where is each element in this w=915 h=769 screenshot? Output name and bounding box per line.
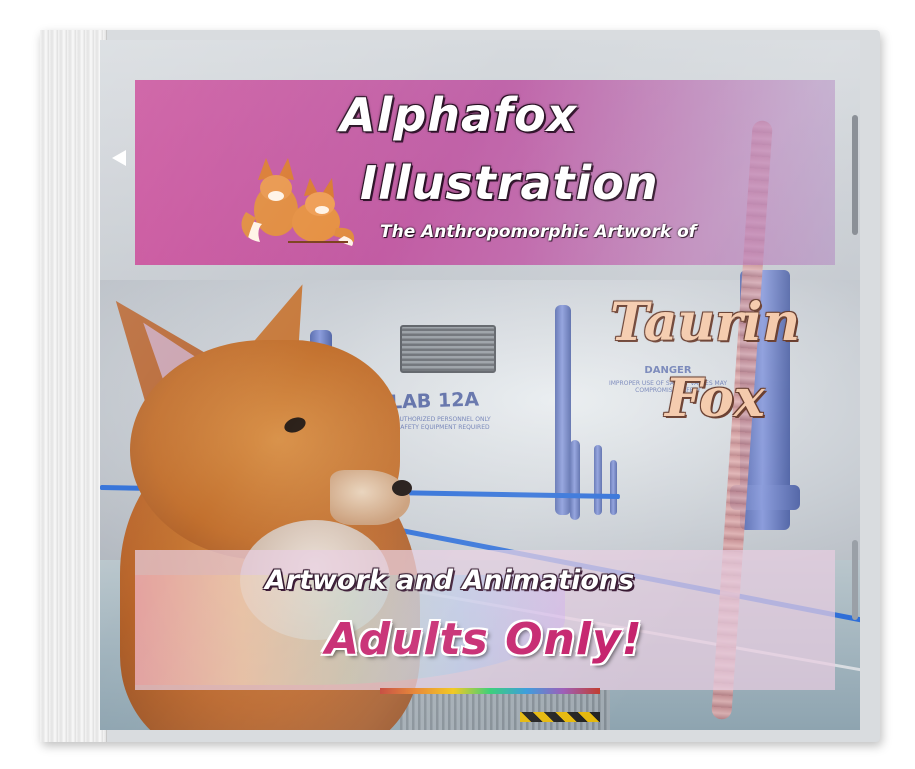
wall-pipe bbox=[594, 445, 602, 515]
rainbow-strip bbox=[380, 688, 600, 694]
title-line-2: Illustration bbox=[360, 156, 659, 210]
tagline: The Anthropomorphic Artwork of bbox=[380, 222, 697, 242]
lab-sign-subtext: AUTHORIZED PERSONNEL ONLY SAFETY EQUIPME… bbox=[395, 416, 491, 431]
floor-grate bbox=[400, 690, 610, 730]
adults-only-warning: Adults Only! bbox=[325, 614, 643, 665]
lab-sign: LAB 12A bbox=[389, 388, 480, 414]
spine-notch bbox=[112, 150, 126, 166]
case-hinge bbox=[852, 115, 858, 235]
fox-head bbox=[130, 340, 400, 560]
cd-case-spine bbox=[40, 30, 107, 742]
wall-pipe bbox=[610, 460, 617, 515]
artist-name-line-2: Fox bbox=[665, 368, 765, 429]
artist-name-line-1: Taurin bbox=[610, 292, 801, 353]
subtitle: Artwork and Animations bbox=[265, 565, 635, 596]
wall-pipe bbox=[570, 440, 580, 520]
wall-vent bbox=[400, 325, 496, 373]
title-line-1: Alphafox bbox=[340, 88, 578, 142]
two-foxes-logo-icon bbox=[241, 158, 355, 246]
case-hinge bbox=[852, 540, 858, 620]
fox-nose bbox=[392, 480, 412, 496]
wall-pipe bbox=[555, 305, 571, 515]
hazard-stripe bbox=[520, 712, 600, 722]
